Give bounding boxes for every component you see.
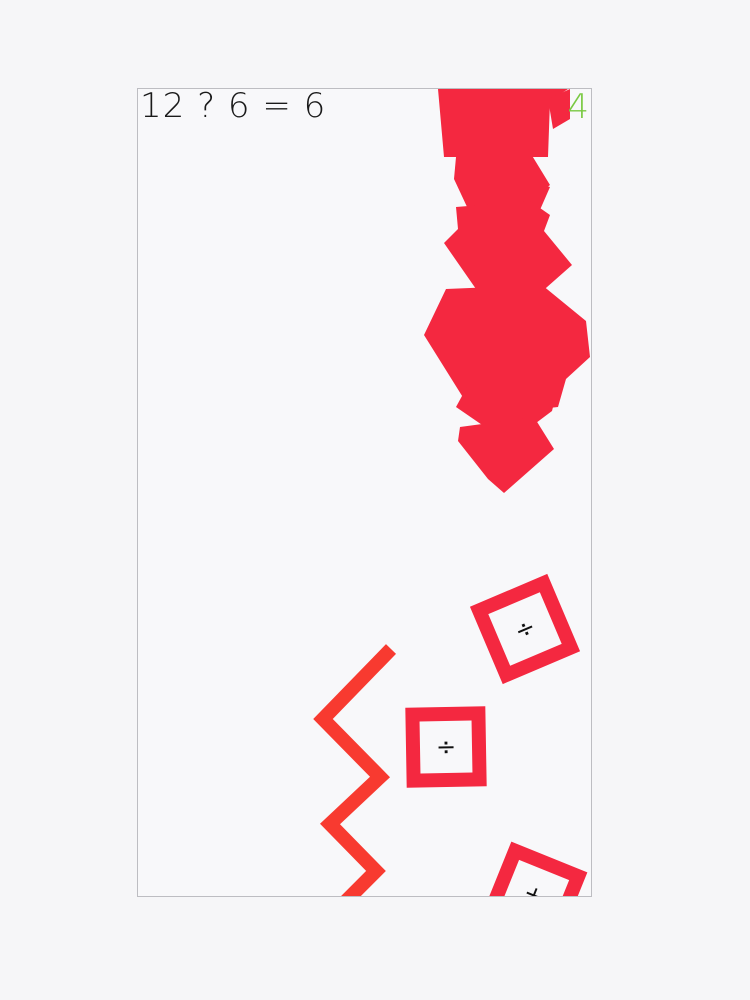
- red-block-pile: [424, 89, 590, 493]
- pile-block: [458, 417, 554, 493]
- equation-display: 12 ? 6 = 6: [140, 88, 327, 126]
- playfield: [313, 89, 590, 896]
- score-counter: 4: [567, 88, 589, 127]
- plus-icon: +: [519, 878, 549, 897]
- pile-block: [444, 201, 572, 295]
- divide-icon: ÷: [510, 612, 540, 646]
- game-screen: ÷ ÷ + 12 ? 6 = 6 4: [0, 0, 750, 1000]
- zigzag-hazard: [313, 644, 397, 896]
- divide-icon: ÷: [435, 732, 457, 762]
- game-frame: ÷ ÷ + 12 ? 6 = 6 4: [137, 88, 592, 897]
- operator-block[interactable]: ÷: [405, 706, 487, 788]
